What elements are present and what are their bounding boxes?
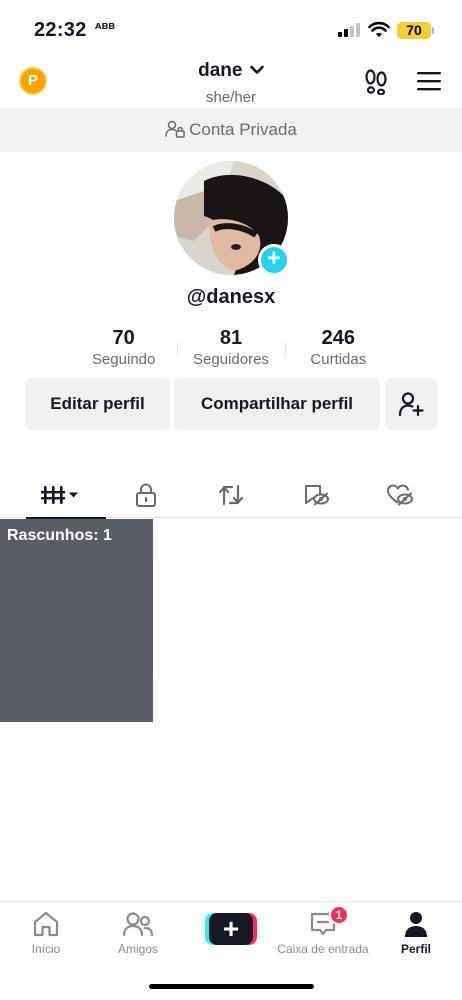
lock-person-icon <box>165 120 185 138</box>
edit-profile-button[interactable]: Editar perfil <box>25 378 170 430</box>
stat-label: Seguindo <box>91 351 156 368</box>
create-button[interactable]: + <box>205 913 257 945</box>
tab-reposts[interactable] <box>189 472 273 518</box>
menu-icon[interactable] <box>416 71 442 91</box>
stat-value: 81 <box>219 327 243 349</box>
status-glyph: ᴀʙʙ <box>95 20 115 32</box>
tab-liked[interactable] <box>358 472 442 518</box>
nav-label: Início <box>31 942 61 956</box>
person-add-icon <box>398 392 424 417</box>
add-avatar-button[interactable]: + <box>258 244 290 276</box>
profile-icon <box>405 912 427 937</box>
drafts-tile[interactable]: Rascunhos: 1 <box>0 519 153 722</box>
profile-handle: @danesx <box>186 286 276 308</box>
tab-favorites[interactable] <box>274 472 358 518</box>
cellular-signal-icon <box>338 23 362 37</box>
share-profile-button[interactable]: Compartilhar perfil <box>174 378 380 430</box>
videos-grid-icon <box>41 486 78 504</box>
nav-label: Perfil <box>400 942 431 956</box>
wifi-icon <box>368 21 390 37</box>
nav-label: Amigos <box>117 942 158 956</box>
private-account-banner: Conta Privada <box>0 108 462 152</box>
add-friends-button[interactable] <box>385 378 437 430</box>
favorites-hidden-icon <box>305 485 329 506</box>
create-icon: + <box>209 913 253 945</box>
username[interactable]: dane <box>198 60 242 81</box>
stat-label: Seguidores <box>193 351 269 368</box>
stat-followers[interactable]: 81 Seguidores <box>177 326 284 372</box>
chevron-down-icon[interactable] <box>250 65 264 75</box>
profile-stats: 70 Seguindo 81 Seguidores 246 Curtidas <box>70 326 392 372</box>
status-time: 22:32 <box>34 19 87 41</box>
drafts-label: Rascunhos: 1 <box>7 527 112 544</box>
friends-icon <box>122 912 154 937</box>
home-icon <box>33 911 59 937</box>
stat-value: 246 <box>321 327 355 349</box>
private-banner-label: Conta Privada <box>189 120 297 139</box>
stat-label: Curtidas <box>310 351 367 368</box>
stat-following[interactable]: 70 Seguindo <box>70 326 177 372</box>
account-switcher[interactable]: dane <box>0 60 462 82</box>
status-bar: 22:32 ᴀʙʙ 70 <box>0 0 462 60</box>
battery-indicator: 70 <box>397 22 431 39</box>
nav-label: Caixa de entrada <box>277 942 369 956</box>
battery-nub <box>432 27 434 34</box>
inbox-badge: 1 <box>329 905 349 925</box>
pronouns: she/her <box>205 89 257 106</box>
profile-tabs <box>0 472 462 519</box>
home-indicator[interactable] <box>149 984 314 989</box>
lock-icon <box>136 483 156 507</box>
stat-value: 70 <box>112 327 135 349</box>
liked-hidden-icon <box>387 484 413 506</box>
tab-videos[interactable] <box>18 472 106 519</box>
repost-icon <box>218 484 244 506</box>
stat-likes[interactable]: 246 Curtidas <box>284 326 392 372</box>
tab-private[interactable] <box>104 472 188 518</box>
footprint-icon[interactable] <box>362 69 390 95</box>
